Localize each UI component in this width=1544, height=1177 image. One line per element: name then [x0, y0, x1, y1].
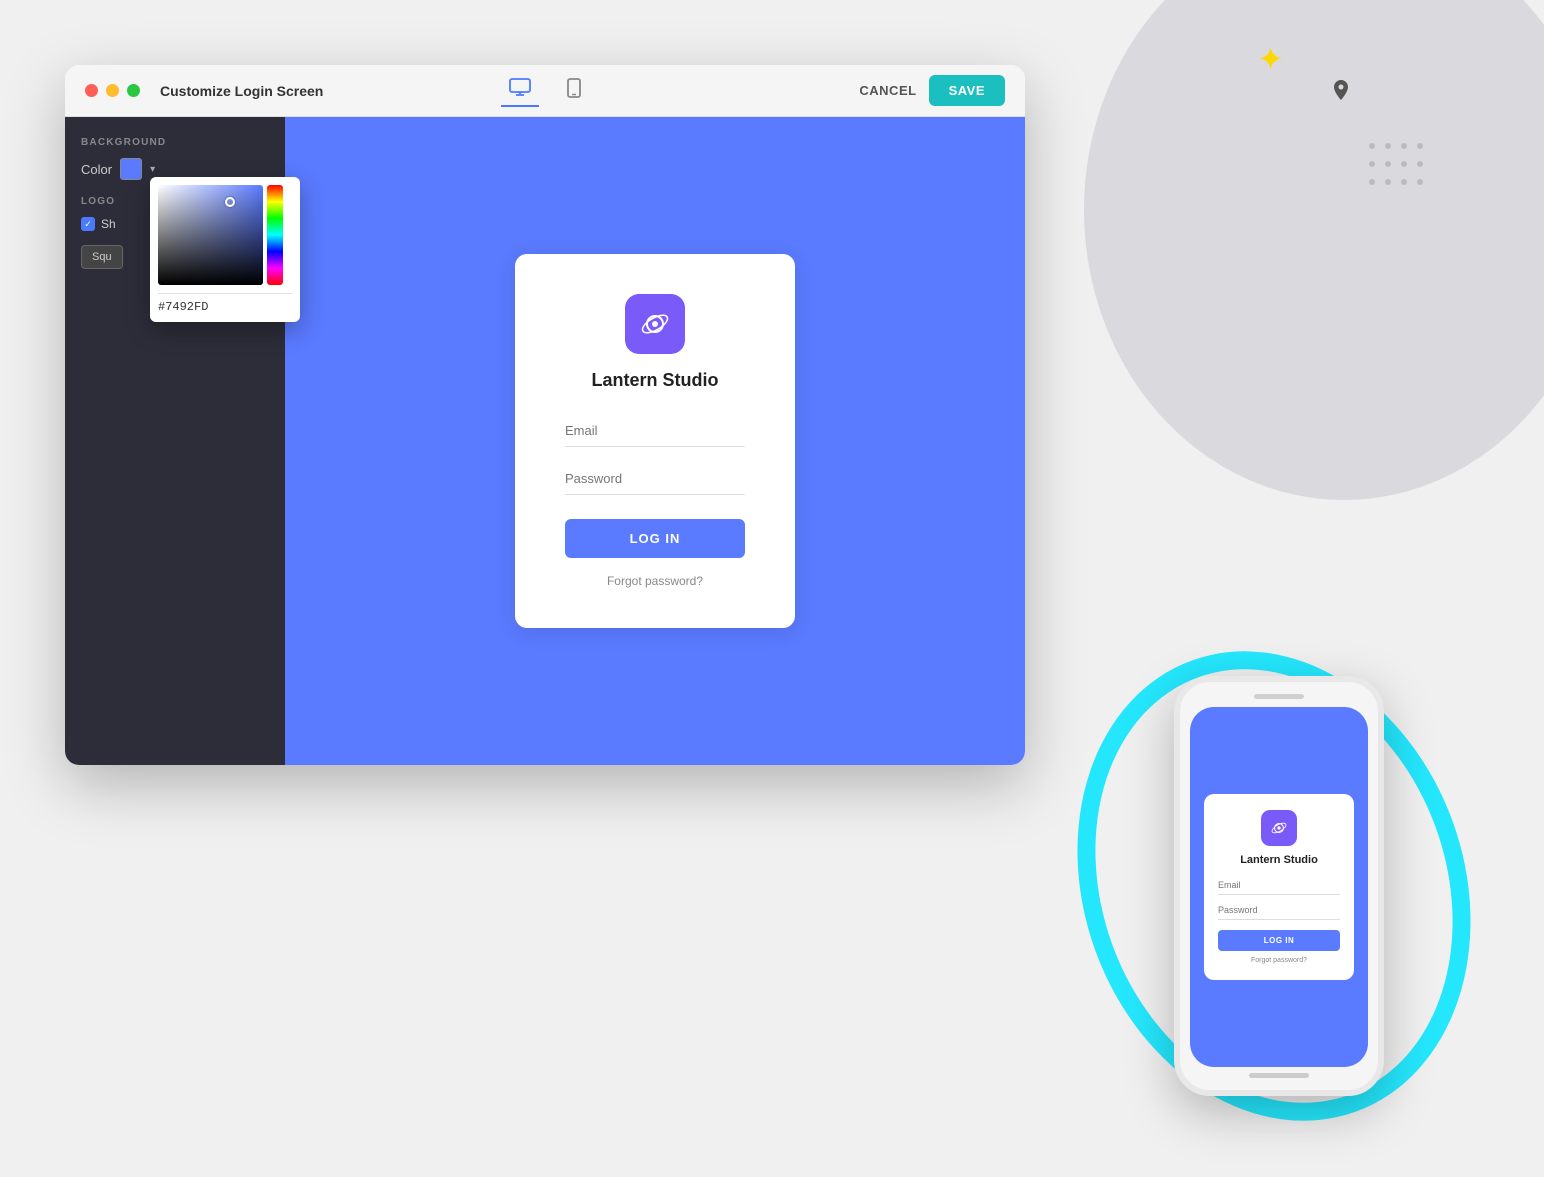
cancel-button[interactable]: CANCEL	[859, 83, 916, 98]
view-toggle	[501, 74, 589, 107]
shape-button[interactable]: Squ	[81, 245, 123, 269]
desktop-email-input[interactable]	[565, 415, 745, 447]
save-button[interactable]: SAVE	[929, 75, 1005, 106]
desktop-login-button[interactable]: LOG IN	[565, 519, 745, 558]
title-actions: CANCEL SAVE	[859, 75, 1005, 106]
background-section-label: BACKGROUND	[81, 137, 269, 148]
mobile-login-button[interactable]: LOG IN	[1218, 930, 1340, 951]
maximize-button[interactable]	[127, 84, 140, 97]
dots-decoration	[1366, 140, 1424, 188]
color-label: Color	[81, 162, 112, 177]
pin-decoration	[1333, 80, 1349, 105]
color-picker-main	[158, 185, 292, 285]
color-gradient[interactable]	[158, 185, 263, 285]
color-dropdown-arrow[interactable]: ▾	[150, 164, 155, 175]
color-swatch[interactable]	[120, 158, 142, 180]
color-hex-row: #7492FD	[158, 293, 292, 314]
mobile-forgot-link[interactable]: Forgot password?	[1251, 957, 1307, 964]
mac-window: Customize Login Screen CANCEL SAVE	[65, 65, 1025, 765]
phone-home-bar	[1249, 1073, 1309, 1078]
desktop-app-name: Lantern Studio	[592, 370, 719, 391]
desktop-view-icon[interactable]	[501, 74, 539, 107]
mobile-app-name: Lantern Studio	[1240, 854, 1318, 866]
hex-value: #7492FD	[158, 300, 208, 314]
color-picker-popup: #7492FD	[150, 177, 300, 322]
phone-screen: Lantern Studio LOG IN Forgot password?	[1190, 707, 1368, 1067]
mobile-view-icon[interactable]	[559, 74, 589, 107]
close-button[interactable]	[85, 84, 98, 97]
desktop-app-logo	[625, 294, 685, 354]
window-body: BACKGROUND Color ▾ LOGO Sh Squ	[65, 117, 1025, 765]
desktop-login-card: Lantern Studio LOG IN Forgot password?	[515, 254, 795, 628]
minimize-button[interactable]	[106, 84, 119, 97]
phone-speaker	[1254, 694, 1304, 699]
star-decoration: ✦	[1257, 40, 1284, 78]
window-controls	[85, 84, 140, 97]
sidebar: BACKGROUND Color ▾ LOGO Sh Squ	[65, 117, 285, 765]
desktop-password-input[interactable]	[565, 463, 745, 495]
color-hue-strip[interactable]	[267, 185, 283, 285]
title-bar: Customize Login Screen CANCEL SAVE	[65, 65, 1025, 117]
show-logo-label: Sh	[101, 217, 116, 231]
desktop-forgot-link[interactable]: Forgot password?	[607, 574, 703, 588]
mobile-phone: Lantern Studio LOG IN Forgot password?	[1174, 676, 1384, 1096]
show-logo-checkbox[interactable]	[81, 217, 95, 231]
preview-area: Lantern Studio LOG IN Forgot password?	[285, 117, 1025, 765]
mobile-email-input[interactable]	[1218, 876, 1340, 895]
mobile-password-input[interactable]	[1218, 901, 1340, 920]
mobile-app-logo	[1261, 810, 1297, 846]
mobile-login-card: Lantern Studio LOG IN Forgot password?	[1204, 794, 1354, 980]
